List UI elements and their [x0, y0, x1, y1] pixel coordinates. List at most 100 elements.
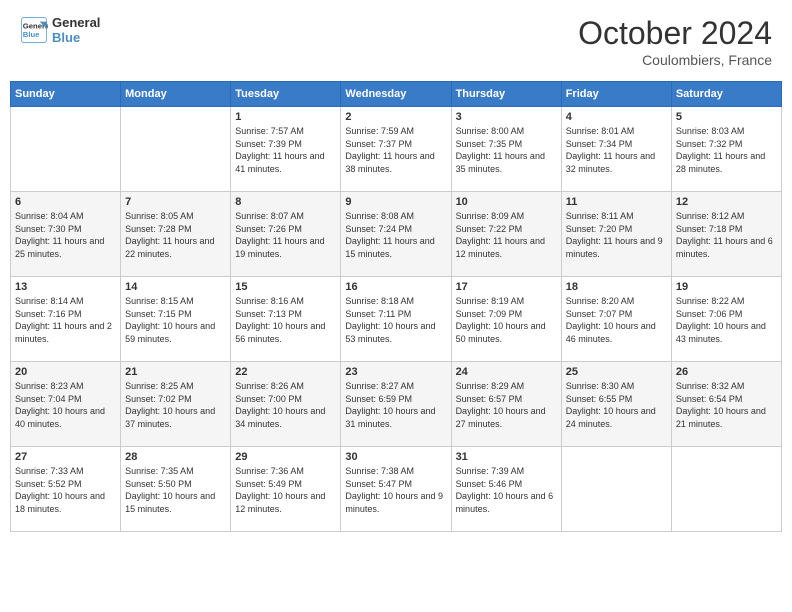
day-info: Sunrise: 8:22 AMSunset: 7:06 PMDaylight:…: [676, 295, 777, 345]
calendar-cell: [11, 107, 121, 192]
calendar-cell: 30Sunrise: 7:38 AMSunset: 5:47 PMDayligh…: [341, 447, 451, 532]
calendar-cell: 10 Sunrise: 8:09 AMSunset: 7:22 PMDayligh…: [451, 192, 561, 277]
calendar-week-2: 6 Sunrise: 8:04 AMSunset: 7:30 PMDaylight…: [11, 192, 782, 277]
day-number: 10: [456, 196, 557, 208]
day-info: Sunrise: 7:59 AMSunset: 7:37 PMDaylight:…: [345, 125, 446, 175]
calendar-week-1: 1Sunrise: 7:57 AMSunset: 7:39 PMDaylight…: [11, 107, 782, 192]
weekday-header-row: SundayMondayTuesdayWednesdayThursdayFrid…: [11, 82, 782, 107]
day-number: 21: [125, 366, 226, 378]
weekday-header-tuesday: Tuesday: [231, 82, 341, 107]
calendar-cell: 21 Sunrise: 8:25 AMSunset: 7:02 PMDayligh…: [121, 362, 231, 447]
calendar-cell: [121, 107, 231, 192]
calendar-table: SundayMondayTuesdayWednesdayThursdayFrid…: [10, 81, 782, 532]
day-info: Sunrise: 7:38 AMSunset: 5:47 PMDaylight:…: [345, 465, 446, 515]
day-number: 23: [345, 366, 446, 378]
day-number: 22: [235, 366, 336, 378]
logo-blue: Blue: [52, 30, 100, 45]
day-info: Sunrise: 8:04 AMSunset: 7:30 PMDaylight:…: [15, 210, 116, 260]
calendar-cell: 8 Sunrise: 8:07 AMSunset: 7:26 PMDaylight…: [231, 192, 341, 277]
calendar-cell: 7Sunrise: 8:05 AMSunset: 7:28 PMDaylight…: [121, 192, 231, 277]
calendar-cell: 13Sunrise: 8:14 AMSunset: 7:16 PMDayligh…: [11, 277, 121, 362]
calendar-cell: 19 Sunrise: 8:22 AMSunset: 7:06 PMDayligh…: [671, 277, 781, 362]
title-section: October 2024 Coulombiers, France: [578, 15, 772, 68]
day-number: 15: [235, 281, 336, 293]
calendar-body: 1Sunrise: 7:57 AMSunset: 7:39 PMDaylight…: [11, 107, 782, 532]
day-number: 20: [15, 366, 116, 378]
day-number: 31: [456, 451, 557, 463]
day-number: 25: [566, 366, 667, 378]
calendar-cell: 12 Sunrise: 8:12 AMSunset: 7:18 PMDayligh…: [671, 192, 781, 277]
calendar-cell: 22 Sunrise: 8:26 AMSunset: 7:00 PMDayligh…: [231, 362, 341, 447]
calendar-cell: 18 Sunrise: 8:20 AMSunset: 7:07 PMDayligh…: [561, 277, 671, 362]
logo: General Blue General Blue: [20, 15, 100, 45]
day-info: Sunrise: 8:03 AMSunset: 7:32 PMDaylight:…: [676, 125, 777, 175]
day-number: 27: [15, 451, 116, 463]
logo-icon: General Blue: [20, 16, 48, 44]
weekday-header-wednesday: Wednesday: [341, 82, 451, 107]
day-number: 12: [676, 196, 777, 208]
weekday-header-monday: Monday: [121, 82, 231, 107]
calendar-cell: 3 Sunrise: 8:00 AMSunset: 7:35 PMDaylight…: [451, 107, 561, 192]
calendar-cell: [671, 447, 781, 532]
calendar-week-3: 13Sunrise: 8:14 AMSunset: 7:16 PMDayligh…: [11, 277, 782, 362]
calendar-cell: 11Sunrise: 8:11 AMSunset: 7:20 PMDayligh…: [561, 192, 671, 277]
svg-text:Blue: Blue: [23, 30, 40, 39]
day-info: Sunrise: 8:08 AMSunset: 7:24 PMDaylight:…: [345, 210, 446, 260]
weekday-header-friday: Friday: [561, 82, 671, 107]
calendar-cell: 4 Sunrise: 8:01 AMSunset: 7:34 PMDaylight…: [561, 107, 671, 192]
day-info: Sunrise: 8:00 AMSunset: 7:35 PMDaylight:…: [456, 125, 557, 175]
day-number: 29: [235, 451, 336, 463]
calendar-cell: 28 Sunrise: 7:35 AMSunset: 5:50 PMDayligh…: [121, 447, 231, 532]
day-info: Sunrise: 8:20 AMSunset: 7:07 PMDaylight:…: [566, 295, 667, 345]
day-number: 4: [566, 111, 667, 123]
day-info: Sunrise: 7:39 AMSunset: 5:46 PMDaylight:…: [456, 465, 557, 515]
day-info: Sunrise: 8:23 AMSunset: 7:04 PMDaylight:…: [15, 380, 116, 430]
calendar-cell: 5Sunrise: 8:03 AMSunset: 7:32 PMDaylight…: [671, 107, 781, 192]
day-info: Sunrise: 8:15 AMSunset: 7:15 PMDaylight:…: [125, 295, 226, 345]
calendar-cell: 20 Sunrise: 8:23 AMSunset: 7:04 PMDayligh…: [11, 362, 121, 447]
day-number: 18: [566, 281, 667, 293]
calendar-cell: 2 Sunrise: 7:59 AMSunset: 7:37 PMDaylight…: [341, 107, 451, 192]
day-info: Sunrise: 7:35 AMSunset: 5:50 PMDaylight:…: [125, 465, 226, 515]
day-info: Sunrise: 7:36 AMSunset: 5:49 PMDaylight:…: [235, 465, 336, 515]
day-number: 7: [125, 196, 226, 208]
day-number: 9: [345, 196, 446, 208]
day-info: Sunrise: 8:01 AMSunset: 7:34 PMDaylight:…: [566, 125, 667, 175]
calendar-cell: 17 Sunrise: 8:19 AMSunset: 7:09 PMDayligh…: [451, 277, 561, 362]
day-number: 8: [235, 196, 336, 208]
calendar-cell: 14 Sunrise: 8:15 AMSunset: 7:15 PMDayligh…: [121, 277, 231, 362]
day-info: Sunrise: 8:19 AMSunset: 7:09 PMDaylight:…: [456, 295, 557, 345]
day-info: Sunrise: 8:12 AMSunset: 7:18 PMDaylight:…: [676, 210, 777, 260]
day-info: Sunrise: 8:26 AMSunset: 7:00 PMDaylight:…: [235, 380, 336, 430]
day-info: Sunrise: 8:09 AMSunset: 7:22 PMDaylight:…: [456, 210, 557, 260]
calendar-cell: 29 Sunrise: 7:36 AMSunset: 5:49 PMDayligh…: [231, 447, 341, 532]
calendar-cell: 25Sunrise: 8:30 AMSunset: 6:55 PMDayligh…: [561, 362, 671, 447]
page-header: General Blue General Blue October 2024 C…: [10, 10, 782, 73]
day-number: 24: [456, 366, 557, 378]
calendar-cell: 1Sunrise: 7:57 AMSunset: 7:39 PMDaylight…: [231, 107, 341, 192]
day-number: 2: [345, 111, 446, 123]
calendar-cell: 26Sunrise: 8:32 AMSunset: 6:54 PMDayligh…: [671, 362, 781, 447]
day-number: 17: [456, 281, 557, 293]
calendar-cell: [561, 447, 671, 532]
day-info: Sunrise: 8:07 AMSunset: 7:26 PMDaylight:…: [235, 210, 336, 260]
calendar-week-4: 20 Sunrise: 8:23 AMSunset: 7:04 PMDayligh…: [11, 362, 782, 447]
calendar-cell: 31 Sunrise: 7:39 AMSunset: 5:46 PMDayligh…: [451, 447, 561, 532]
location: Coulombiers, France: [578, 52, 772, 68]
day-number: 6: [15, 196, 116, 208]
day-info: Sunrise: 8:25 AMSunset: 7:02 PMDaylight:…: [125, 380, 226, 430]
day-number: 14: [125, 281, 226, 293]
day-info: Sunrise: 8:11 AMSunset: 7:20 PMDaylight:…: [566, 210, 667, 260]
day-info: Sunrise: 8:16 AMSunset: 7:13 PMDaylight:…: [235, 295, 336, 345]
calendar-cell: 23Sunrise: 8:27 AMSunset: 6:59 PMDayligh…: [341, 362, 451, 447]
weekday-header-sunday: Sunday: [11, 82, 121, 107]
day-number: 28: [125, 451, 226, 463]
weekday-header-saturday: Saturday: [671, 82, 781, 107]
day-info: Sunrise: 8:18 AMSunset: 7:11 PMDaylight:…: [345, 295, 446, 345]
day-number: 3: [456, 111, 557, 123]
day-info: Sunrise: 7:33 AMSunset: 5:52 PMDaylight:…: [15, 465, 116, 515]
day-info: Sunrise: 7:57 AMSunset: 7:39 PMDaylight:…: [235, 125, 336, 175]
day-number: 16: [345, 281, 446, 293]
calendar-week-5: 27 Sunrise: 7:33 AMSunset: 5:52 PMDayligh…: [11, 447, 782, 532]
day-number: 19: [676, 281, 777, 293]
